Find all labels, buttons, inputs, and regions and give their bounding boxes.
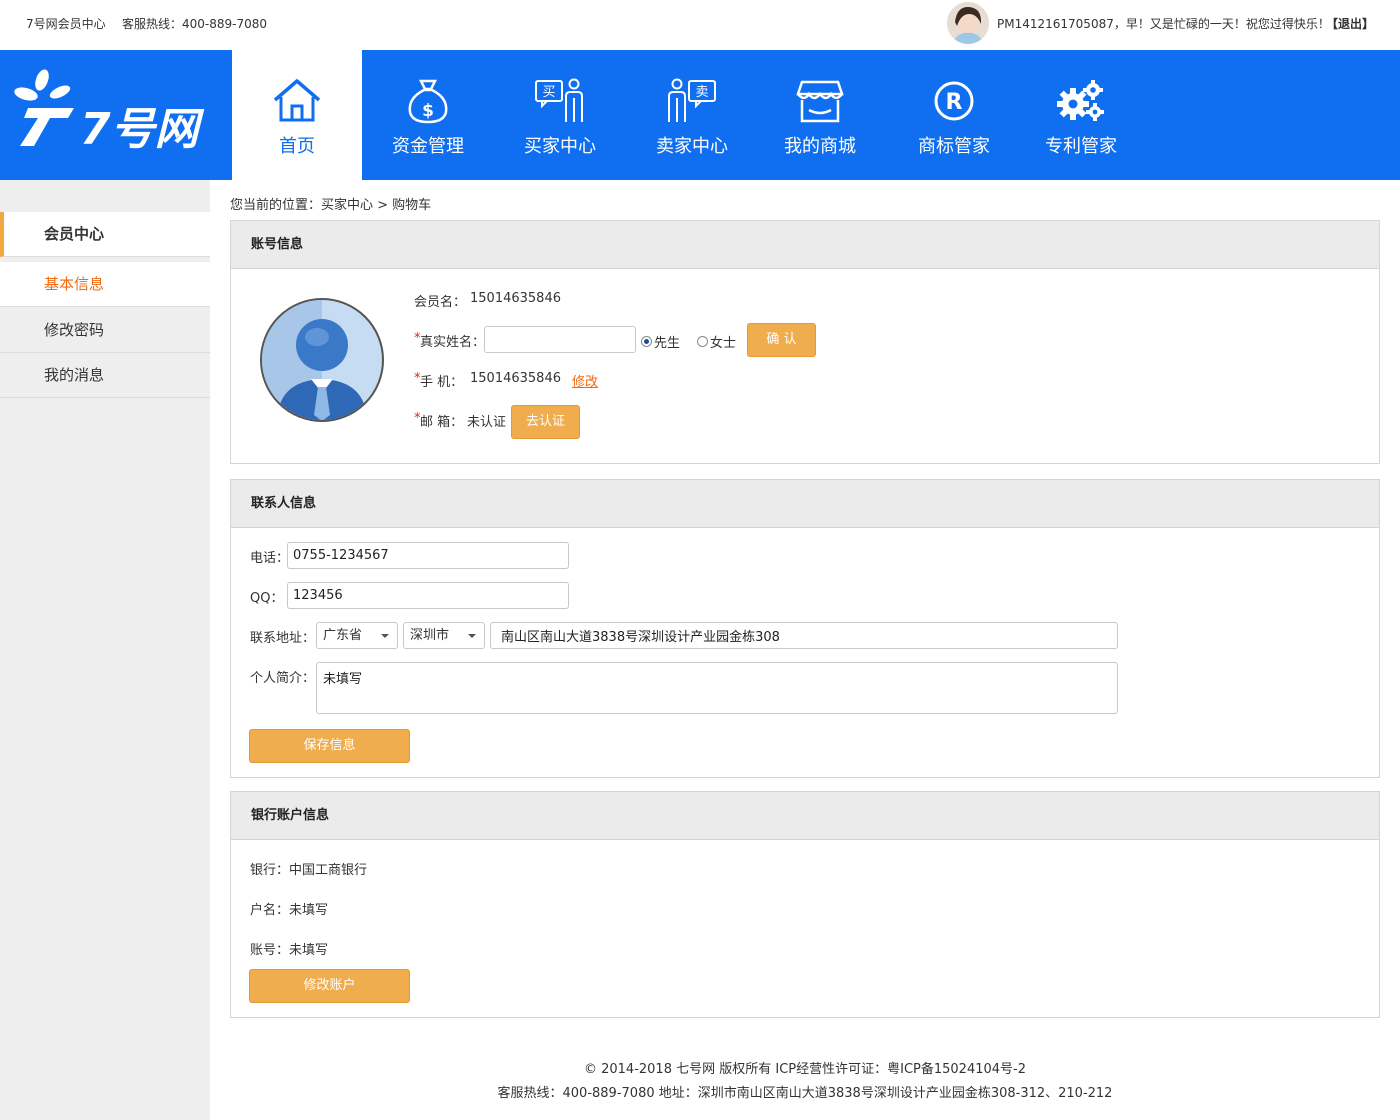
city-value: 深圳市 bbox=[410, 628, 450, 643]
qq-input[interactable] bbox=[287, 582, 569, 609]
contact-panel-title: 联系人信息 bbox=[231, 480, 1379, 528]
sidebar-item-change-password[interactable]: 修改密码 bbox=[0, 308, 210, 353]
bank-name: 银行：中国工商银行 bbox=[250, 863, 368, 878]
nav-store-label: 我的商城 bbox=[784, 136, 856, 157]
nav-patent-label: 专利管家 bbox=[1045, 136, 1117, 157]
nav-funds-label: 资金管理 bbox=[392, 136, 464, 157]
nav-store[interactable]: 我的商城 bbox=[758, 50, 882, 180]
user-photo-icon bbox=[947, 2, 989, 44]
contact-panel: 联系人信息 电话： QQ： 联系地址： 广东省 深圳市 个人简介： 未填写 保存… bbox=[230, 479, 1380, 778]
gender-male-label: 先生 bbox=[654, 336, 681, 351]
nav-funds[interactable]: $ 资金管理 bbox=[362, 50, 494, 180]
seller-icon: 卖 bbox=[668, 78, 716, 122]
store-icon bbox=[796, 80, 844, 123]
money-bag-icon: $ bbox=[408, 79, 448, 124]
email-label: 邮 箱： bbox=[420, 415, 464, 430]
nav-patent[interactable]: 专利管家 bbox=[1018, 50, 1144, 180]
province-value: 广东省 bbox=[323, 628, 363, 643]
svg-text:7号网: 7号网 bbox=[80, 104, 205, 155]
main-nav: 7号网 首页 $ 资金管理 买 买家中心 卖 卖家中心 我的商城 R 商标管家 … bbox=[0, 50, 1400, 180]
top-bar: 7号网会员中心 客服热线：400-889-7080 PM141216170508… bbox=[0, 0, 1400, 50]
chevron-down-icon bbox=[381, 634, 389, 638]
hotline-text: 客服热线：400-889-7080 bbox=[122, 17, 268, 31]
profile-avatar bbox=[259, 297, 385, 423]
member-name-value: 15014635846 bbox=[470, 291, 561, 306]
city-select[interactable]: 深圳市 bbox=[403, 622, 485, 649]
logout-link[interactable]: 【退出】 bbox=[1326, 15, 1374, 32]
sidebar: 会员中心 基本信息 修改密码 我的消息 bbox=[0, 180, 210, 1120]
footer-copyright: © 2014-2018 七号网 版权所有 ICP经营性许可证：粤ICP备1502… bbox=[583, 1062, 1027, 1077]
nav-home[interactable]: 首页 bbox=[232, 50, 362, 180]
gender-female-label: 女士 bbox=[710, 336, 737, 351]
tel-label: 电话： bbox=[250, 551, 290, 566]
home-icon bbox=[273, 79, 321, 122]
address-input[interactable] bbox=[490, 622, 1118, 649]
address-label: 联系地址： bbox=[250, 631, 316, 646]
sidebar-title: 会员中心 bbox=[0, 212, 210, 257]
modify-phone-link[interactable]: 修改 bbox=[572, 371, 598, 390]
site-name: 7号网会员中心 bbox=[26, 17, 106, 31]
real-name-label: 真实姓名： bbox=[420, 335, 486, 350]
phone-label: 手 机： bbox=[420, 375, 464, 390]
nav-seller[interactable]: 卖 卖家中心 bbox=[626, 50, 758, 180]
gender-radio-female[interactable] bbox=[697, 336, 708, 347]
nav-seller-label: 卖家中心 bbox=[656, 136, 728, 157]
bank-panel: 银行账户信息 银行：中国工商银行 户名：未填写 账号：未填写 修改账户 bbox=[230, 791, 1380, 1018]
modify-account-button[interactable]: 修改账户 bbox=[249, 969, 410, 1003]
svg-text:R: R bbox=[946, 90, 963, 115]
bank-panel-title: 银行账户信息 bbox=[231, 792, 1379, 840]
qq-label: QQ： bbox=[250, 591, 284, 606]
account-panel: 账号信息 会员名： 15014635846 * 真实姓名： 先生 女士 确 认 … bbox=[230, 220, 1380, 464]
verify-email-button[interactable]: 去认证 bbox=[511, 405, 580, 439]
sidebar-item-basic-info[interactable]: 基本信息 bbox=[0, 262, 210, 307]
nav-home-label: 首页 bbox=[279, 136, 315, 157]
greeting-text: PM1412161705087，早！又是忙碌的一天！祝您过得快乐！ bbox=[997, 17, 1330, 31]
confirm-button[interactable]: 确 认 bbox=[747, 323, 816, 357]
site-logo[interactable]: 7号网 bbox=[0, 50, 232, 180]
nav-trademark-label: 商标管家 bbox=[918, 136, 990, 157]
real-name-input[interactable] bbox=[484, 326, 636, 353]
chevron-down-icon bbox=[468, 634, 476, 638]
nav-buyer-label: 买家中心 bbox=[524, 136, 596, 157]
svg-text:买: 买 bbox=[542, 85, 555, 100]
user-avatar[interactable] bbox=[947, 2, 989, 44]
gears-icon bbox=[1057, 80, 1104, 121]
svg-text:卖: 卖 bbox=[695, 85, 708, 100]
registered-icon: R bbox=[934, 81, 974, 121]
tel-input[interactable] bbox=[287, 542, 569, 569]
footer-contact: 客服热线：400-889-7080 地址：深圳市南山区南山大道3838号深圳设计… bbox=[497, 1086, 1113, 1101]
sidebar-item-messages[interactable]: 我的消息 bbox=[0, 353, 210, 398]
logo-icon: 7号网 bbox=[14, 69, 205, 155]
province-select[interactable]: 广东省 bbox=[316, 622, 398, 649]
nav-buyer[interactable]: 买 买家中心 bbox=[494, 50, 626, 180]
member-name-label: 会员名： bbox=[414, 295, 467, 310]
buyer-icon: 买 bbox=[535, 78, 583, 122]
save-info-button[interactable]: 保存信息 bbox=[249, 729, 410, 763]
svg-text:$: $ bbox=[422, 101, 434, 121]
account-holder: 户名：未填写 bbox=[250, 903, 329, 918]
account-number: 账号：未填写 bbox=[250, 943, 329, 958]
gender-radio-male[interactable] bbox=[641, 336, 652, 347]
intro-textarea[interactable]: 未填写 bbox=[316, 662, 1118, 714]
email-status: 未认证 bbox=[467, 415, 507, 430]
user-silhouette-icon bbox=[260, 298, 384, 422]
intro-label: 个人简介： bbox=[250, 671, 316, 686]
account-panel-title: 账号信息 bbox=[231, 221, 1379, 269]
breadcrumb: 您当前的位置：买家中心 > 购物车 bbox=[230, 198, 432, 213]
phone-value: 15014635846 bbox=[470, 371, 561, 386]
nav-trademark[interactable]: R 商标管家 bbox=[890, 50, 1018, 180]
